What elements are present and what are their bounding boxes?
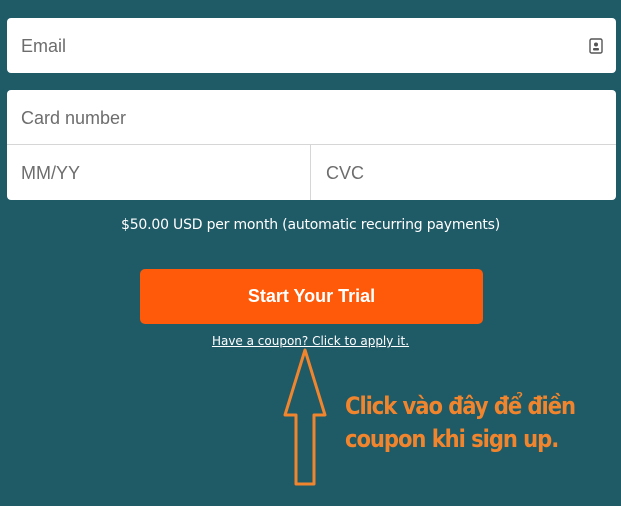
- cvc-placeholder: CVC: [326, 163, 365, 183]
- cvc-field[interactable]: CVC: [311, 145, 616, 200]
- up-arrow-icon: [283, 348, 327, 486]
- expiry-field[interactable]: MM/YY: [7, 145, 311, 200]
- annotation-line-1: Click vào đây để điền: [345, 392, 576, 420]
- autofill-contact-icon[interactable]: [589, 38, 603, 54]
- start-trial-button[interactable]: Start Your Trial: [140, 269, 483, 324]
- card-number-placeholder: Card number: [21, 108, 127, 128]
- coupon-annotation: Click vào đây để điền coupon khi sign up…: [345, 390, 583, 456]
- card-number-field[interactable]: Card number: [7, 90, 616, 145]
- email-placeholder: Email: [21, 36, 67, 56]
- card-details-group: Card number MM/YY CVC: [7, 90, 616, 200]
- expiry-placeholder: MM/YY: [21, 163, 81, 183]
- price-note: $50.00 USD per month (automatic recurrin…: [120, 217, 501, 233]
- annotation-line-2: coupon khi sign up.: [345, 425, 559, 453]
- email-field[interactable]: Email: [7, 18, 616, 73]
